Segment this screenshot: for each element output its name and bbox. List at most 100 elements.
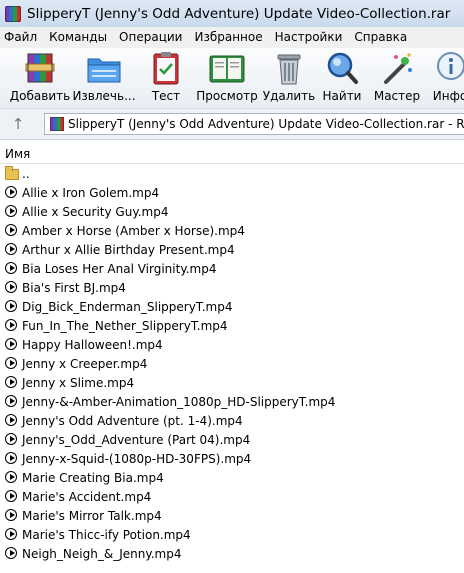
find-magnifier-icon [323, 50, 361, 86]
column-name-header[interactable]: Имя [0, 147, 30, 161]
file-row[interactable]: Marie's Thicc-ify Potion.mp4 [0, 525, 464, 544]
test-button[interactable]: Тест [144, 50, 188, 106]
file-row[interactable]: Marie Creating Bia.mp4 [0, 468, 464, 487]
play-video-icon [5, 299, 19, 314]
up-arrow-icon[interactable]: ↑ [6, 114, 30, 134]
file-row[interactable]: Fun_In_The_Nether_SlipperyT.mp4 [0, 316, 464, 335]
delete-trash-icon [270, 50, 308, 86]
file-row[interactable]: Jenny-x-Squid-(1080p-HD-30FPS).mp4 [0, 449, 464, 468]
play-video-icon [5, 527, 19, 542]
menu-file[interactable]: Файл [0, 27, 43, 48]
menu-commands[interactable]: Команды [43, 27, 113, 48]
test-clipboard-icon [147, 50, 185, 86]
file-name: Jenny-x-Squid-(1080p-HD-30FPS).mp4 [22, 451, 252, 466]
file-name: Bia Loses Her Anal Virginity.mp4 [22, 261, 217, 276]
file-name: Amber x Horse (Amber x Horse).mp4 [22, 223, 245, 238]
file-name: Arthur x Allie Birthday Present.mp4 [22, 242, 235, 257]
play-video-icon [5, 356, 19, 371]
file-name: Neigh_Neigh_&_Jenny.mp4 [22, 546, 182, 561]
menu-bar: Файл Команды Операции Избранное Настройк… [0, 27, 464, 48]
file-name: Jenny's_Odd_Adventure (Part 04).mp4 [22, 432, 251, 447]
file-list: .. Allie x Iron Golem.mp4 Allie x Security… [0, 164, 464, 563]
extract-button[interactable]: Извлечь... [72, 50, 136, 106]
file-name: Jenny's Odd Adventure (pt. 1-4).mp4 [22, 413, 243, 428]
toolbar: Добавить Извлечь... Тест Просмотр Удалит… [0, 48, 464, 108]
file-row[interactable]: Jenny's_Odd_Adventure (Part 04).mp4 [0, 430, 464, 449]
file-row[interactable]: Jenny x Creeper.mp4 [0, 354, 464, 373]
play-video-icon [5, 223, 19, 238]
file-name: Fun_In_The_Nether_SlipperyT.mp4 [22, 318, 228, 333]
file-row[interactable]: Happy Halloween!.mp4 [0, 335, 464, 354]
menu-options[interactable]: Настройки [269, 27, 349, 48]
menu-help[interactable]: Справка [348, 27, 413, 48]
file-name: Marie's Thicc-ify Potion.mp4 [22, 527, 191, 542]
file-row[interactable]: Marie's Mirror Talk.mp4 [0, 506, 464, 525]
file-name: Allie x Iron Golem.mp4 [22, 185, 160, 200]
path-field[interactable]: SlipperyT (Jenny's Odd Adventure) Update… [44, 113, 464, 135]
file-row[interactable]: Jenny-&-Amber-Animation_1080p_HD-Slipper… [0, 392, 464, 411]
play-video-icon [5, 204, 19, 219]
delete-button-label: Удалить [262, 89, 316, 103]
extract-folder-icon [85, 50, 123, 86]
file-name: Jenny-&-Amber-Animation_1080p_HD-Slipper… [22, 394, 336, 409]
wizard-button[interactable]: Мастер [372, 50, 422, 106]
delete-button[interactable]: Удалить [262, 50, 316, 106]
file-row[interactable]: Dig_Bick_Enderman_SlipperyT.mp4 [0, 297, 464, 316]
file-name: Happy Halloween!.mp4 [22, 337, 163, 352]
view-button[interactable]: Просмотр [196, 50, 258, 106]
play-video-icon [5, 318, 19, 333]
column-header: Имя [0, 146, 464, 164]
find-button[interactable]: Найти [320, 50, 364, 106]
file-row[interactable]: Bia Loses Her Anal Virginity.mp4 [0, 259, 464, 278]
play-video-icon [5, 337, 19, 352]
info-button-label: Инфо [432, 89, 464, 103]
file-row[interactable]: Jenny x Slime.mp4 [0, 373, 464, 392]
file-name: .. [22, 166, 30, 181]
folder-icon [5, 165, 19, 181]
play-video-icon [5, 470, 19, 485]
play-video-icon [5, 280, 19, 295]
view-button-label: Просмотр [196, 89, 258, 103]
window-title: SlipperyT (Jenny's Odd Adventure) Update… [27, 5, 451, 22]
file-row[interactable]: Arthur x Allie Birthday Present.mp4 [0, 240, 464, 259]
file-row[interactable]: Allie x Security Guy.mp4 [0, 202, 464, 221]
file-name: Jenny x Creeper.mp4 [22, 356, 148, 371]
add-button[interactable]: Добавить [9, 50, 71, 106]
file-row[interactable]: Bia's First BJ.mp4 [0, 278, 464, 297]
play-video-icon [5, 185, 19, 200]
play-video-icon [5, 508, 19, 523]
address-bar: ↑ SlipperyT (Jenny's Odd Adventure) Upda… [0, 108, 464, 140]
rar-archive-icon [50, 117, 64, 131]
file-row[interactable]: Allie x Iron Golem.mp4 [0, 183, 464, 202]
play-video-icon [5, 489, 19, 504]
play-video-icon [5, 432, 19, 447]
add-button-label: Добавить [9, 89, 71, 103]
wizard-wand-icon [378, 50, 416, 86]
title-bar: SlipperyT (Jenny's Odd Adventure) Update… [0, 0, 464, 27]
info-button[interactable]: Инфо [428, 50, 464, 106]
view-book-icon [208, 50, 246, 86]
file-name: Dig_Bick_Enderman_SlipperyT.mp4 [22, 299, 233, 314]
play-video-icon [5, 546, 19, 561]
play-video-icon [5, 375, 19, 390]
parent-folder-row[interactable]: .. [0, 164, 464, 183]
test-button-label: Тест [151, 89, 181, 103]
wizard-button-label: Мастер [373, 89, 421, 103]
play-video-icon [5, 394, 19, 409]
play-video-icon [5, 413, 19, 428]
file-row[interactable]: Amber x Horse (Amber x Horse).mp4 [0, 221, 464, 240]
file-row[interactable]: Jenny's Odd Adventure (pt. 1-4).mp4 [0, 411, 464, 430]
menu-favorites[interactable]: Избранное [188, 27, 268, 48]
file-row[interactable]: Neigh_Neigh_&_Jenny.mp4 [0, 544, 464, 563]
menu-operations[interactable]: Операции [113, 27, 188, 48]
play-video-icon [5, 242, 19, 257]
file-name: Marie Creating Bia.mp4 [22, 470, 164, 485]
file-row[interactable]: Marie's Accident.mp4 [0, 487, 464, 506]
extract-button-label: Извлечь... [72, 89, 136, 103]
play-video-icon [5, 261, 19, 276]
file-name: Jenny x Slime.mp4 [22, 375, 135, 390]
file-name: Allie x Security Guy.mp4 [22, 204, 169, 219]
file-name: Marie's Mirror Talk.mp4 [22, 508, 162, 523]
winrar-app-icon [5, 5, 21, 22]
path-text: SlipperyT (Jenny's Odd Adventure) Update… [68, 117, 464, 131]
